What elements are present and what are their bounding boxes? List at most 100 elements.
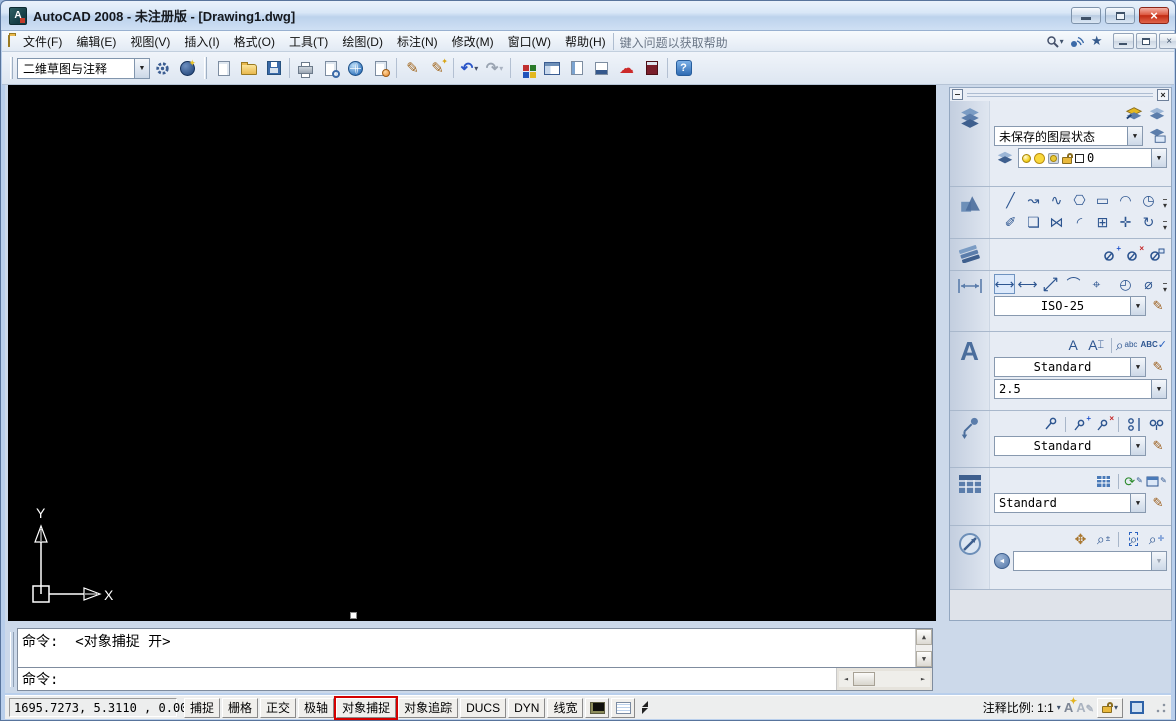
menu-modify[interactable]: 修改(M) (445, 31, 501, 52)
toggle-grid[interactable]: 栅格 (222, 697, 259, 718)
doc-minimize-button[interactable] (1112, 33, 1134, 49)
multileader-panel-icon[interactable] (950, 411, 990, 467)
menu-draw[interactable]: 绘图(D) (335, 31, 390, 52)
match-properties-icon[interactable]: ✎ (400, 55, 425, 81)
resize-grip[interactable] (1155, 701, 1167, 714)
ordinate-dimension-icon[interactable]: ⌖ (1086, 274, 1107, 294)
table-style-edit-icon[interactable]: ✎ (1149, 495, 1167, 511)
toggle-ducs[interactable]: DUCS (460, 697, 507, 718)
layer-states-manager-icon[interactable] (1146, 126, 1167, 146)
command-hscrollbar[interactable]: ◄ ► (839, 671, 930, 687)
arc-tool-icon[interactable]: ◠ (1115, 190, 1136, 210)
single-line-text-icon[interactable]: A ⌶ (1086, 335, 1107, 355)
erase-tool-icon[interactable]: ✐ (1000, 212, 1021, 232)
menu-dimension[interactable]: 标注(N) (390, 31, 445, 52)
publish-icon[interactable] (343, 55, 368, 81)
designcenter-icon[interactable] (539, 55, 564, 81)
toolbar-grip[interactable] (204, 57, 207, 79)
hscroll-thumb[interactable] (853, 672, 875, 686)
tables-panel-icon[interactable] (950, 468, 990, 525)
multiline-text-icon[interactable]: A (1063, 335, 1084, 355)
status-tray-arrow-icon[interactable] (637, 698, 653, 718)
workspace-select[interactable]: 二维草图与注释 ▼ (17, 57, 150, 79)
clean-screen-button[interactable] (1126, 699, 1148, 717)
dimensions-panel-icon[interactable] (950, 271, 990, 331)
polyline-tool-icon[interactable]: ↝ (1023, 190, 1044, 210)
move-tool-icon[interactable]: ✛ (1115, 212, 1136, 232)
menu-format[interactable]: 格式(O) (227, 31, 282, 52)
copy-tool-icon[interactable]: ❏ (1023, 212, 1044, 232)
menu-view[interactable]: 视图(V) (123, 31, 177, 52)
toolbar-grip[interactable] (10, 57, 13, 79)
zoom-icon[interactable]: ⌕ ± (1093, 529, 1114, 549)
layer-color-swatch[interactable] (1075, 153, 1084, 163)
align-leaders-icon[interactable] (1123, 414, 1144, 434)
command-history[interactable]: 命令: <对象捕捉 开> ▲ ▼ (18, 629, 932, 668)
annotation-autoscale-icon[interactable]: A✎ (1076, 700, 1094, 715)
text-style-edit-icon[interactable]: ✎ (1149, 359, 1167, 375)
toggle-lineweight[interactable]: 线宽 (547, 697, 584, 718)
scroll-down-icon[interactable]: ▼ (916, 651, 932, 667)
menu-file[interactable]: 文件(F) (16, 31, 69, 52)
dimension-row-overflow-icon[interactable]: ▾ (1162, 283, 1167, 294)
scroll-up-icon[interactable]: ▲ (916, 629, 932, 645)
multileader-icon[interactable] (1040, 414, 1061, 434)
current-layer-select[interactable]: 0 ▼ (1018, 148, 1167, 168)
toggle-osnap[interactable]: 对象捕捉 (334, 695, 399, 720)
add-annotation-scale-icon[interactable]: + (1100, 244, 1121, 264)
rotate-tool-icon[interactable]: ↻ (1138, 212, 1159, 232)
modify-row-overflow-icon[interactable]: ▾ (1162, 221, 1167, 232)
restore-button[interactable] (1105, 7, 1135, 24)
line-tool-icon[interactable]: ╱ (1000, 190, 1021, 210)
redo-icon[interactable]: ↷ ▾ (482, 55, 507, 81)
minimize-button[interactable] (1071, 7, 1101, 24)
table-style-select[interactable]: Standard ▼ (994, 493, 1146, 513)
drawing-canvas[interactable]: Y X (8, 85, 936, 621)
command-input[interactable]: 命令: (18, 669, 836, 689)
mirror-tool-icon[interactable]: ⋈ (1046, 212, 1067, 232)
dim-style-edit-icon[interactable]: ✎ (1149, 298, 1167, 314)
polygon-tool-icon[interactable]: ⎔ (1069, 190, 1090, 210)
layer-isolate-icon[interactable] (994, 148, 1015, 168)
command-window-grip[interactable] (10, 632, 14, 687)
layer-thaw-icon[interactable] (1034, 152, 1045, 164)
layer-lock-icon[interactable] (1062, 152, 1073, 164)
collect-leaders-icon[interactable] (1146, 414, 1167, 434)
layer-properties-manager-icon[interactable] (1146, 104, 1167, 124)
layer-state-select[interactable]: 未保存的图层状态 ▼ (994, 126, 1143, 146)
toggle-otrack[interactable]: 对象追踪 (398, 697, 459, 718)
layout-icon[interactable] (611, 697, 636, 718)
close-button[interactable]: × (1139, 7, 1169, 24)
annotation-scale-value[interactable]: 1:1 (1037, 701, 1054, 715)
grip-dot[interactable] (350, 612, 357, 619)
new-file-icon[interactable] (211, 55, 236, 81)
undo-icon[interactable]: ↶ ▾ (457, 55, 482, 81)
favorites-star-icon[interactable]: ★ (1087, 33, 1107, 49)
help-search-input[interactable]: 键入问题以获取帮助 (612, 32, 1043, 50)
coordinates-display[interactable]: 1695.7273, 5.3110 , 0.0000 (9, 698, 202, 717)
zoom-extents-icon[interactable]: ⌕ ✛ (1146, 529, 1167, 549)
toggle-polar[interactable]: 极轴 (298, 697, 335, 718)
delete-annotation-scale-icon[interactable]: × (1123, 244, 1144, 264)
fillet-tool-icon[interactable]: ◜ (1069, 212, 1090, 232)
match-properties-alt-icon[interactable]: ✎ ✦ (425, 55, 450, 81)
circle-tool-icon[interactable]: ◷ (1138, 190, 1159, 210)
multileader-style-edit-icon[interactable]: ✎ (1149, 438, 1167, 454)
text-height-select[interactable]: 2.5 ▼ (994, 379, 1167, 399)
annotation-scale-arrow-icon[interactable]: ▾ (1057, 703, 1061, 712)
annotation-visibility-icon[interactable]: A ✦ (1064, 696, 1077, 715)
back-view-icon[interactable]: ◄ (994, 553, 1010, 569)
toggle-ortho[interactable]: 正交 (260, 697, 297, 718)
download-table-data-icon[interactable]: ⟳ ✎ (1123, 471, 1144, 491)
help-icon[interactable]: ? (671, 55, 696, 81)
table-cell-edit-icon[interactable]: ✎ (1146, 471, 1167, 491)
open-file-icon[interactable] (236, 55, 261, 81)
spline-tool-icon[interactable]: ∿ (1046, 190, 1067, 210)
2d-navigate-panel-icon[interactable] (950, 526, 990, 589)
scroll-right-icon[interactable]: ► (916, 671, 930, 687)
plot-icon[interactable] (293, 55, 318, 81)
aligned-dimension-icon[interactable]: ⟷ (1038, 271, 1064, 297)
sheet-set-manager-icon[interactable] (589, 55, 614, 81)
workspace-settings-icon[interactable] (150, 55, 175, 81)
dashboard-collapse-button[interactable] (952, 89, 963, 100)
